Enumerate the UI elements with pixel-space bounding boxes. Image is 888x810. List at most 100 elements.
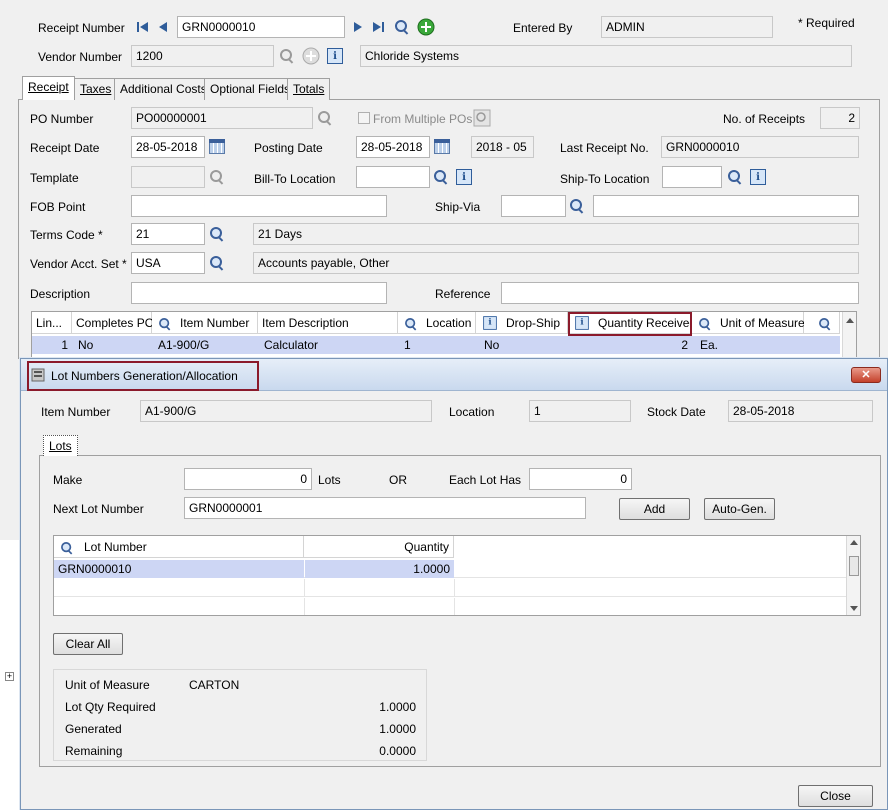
tab-additional-costs[interactable]: Additional Costs [114,78,213,100]
cell-item-number[interactable]: A1-900/G [154,336,258,354]
col-header-line[interactable]: Lin... [32,312,72,334]
col-header-lot-quantity[interactable]: Quantity [304,536,454,558]
receipt-number-input[interactable]: GRN0000010 [177,16,345,38]
next-lot-number-label: Next Lot Number [53,502,144,516]
dialog-location-label: Location [449,405,495,419]
col-header-extra[interactable] [804,312,840,334]
cell-line[interactable]: 1 [32,336,72,354]
col-header-item-number[interactable]: Item Number [152,312,258,334]
cell-location[interactable]: 1 [400,336,476,354]
entered-by-field: ADMIN [601,16,773,38]
tab-totals[interactable]: Totals [287,78,331,100]
ship-to-finder-search-icon[interactable] [726,168,744,186]
auto-gen-button[interactable]: Auto-Gen. [704,498,775,520]
receipt-date-calendar-icon[interactable] [208,138,226,156]
last-record-icon[interactable] [371,20,385,34]
tree-expand-icon: + [5,671,14,681]
po-finder-search-icon [316,109,334,127]
bill-to-info-icon[interactable]: i [455,168,473,186]
ship-via-input[interactable] [501,195,566,217]
table-row[interactable] [54,598,846,615]
receipt-lines-grid[interactable]: Lin... Completes PO Item Number Item Des… [31,311,857,359]
cell-item-description[interactable]: Calculator [260,336,398,354]
first-record-icon[interactable] [136,20,150,34]
lot-summary-panel: Unit of Measure CARTON Lot Qty Required … [53,669,427,761]
posting-date-calendar-icon[interactable] [433,138,451,156]
ship-via-description-input[interactable] [593,195,859,217]
receipt-date-input[interactable]: 28-05-2018 [131,136,205,158]
next-lot-number-input[interactable]: GRN0000001 [184,497,586,519]
tab-lots[interactable]: Lots [43,435,78,456]
lot-numbers-grid[interactable]: Lot Number Quantity GRN0000010 1.0000 [53,535,861,616]
description-input[interactable] [131,282,387,304]
cell-lot-number[interactable]: GRN0000010 [54,560,304,578]
cell-quantity-received[interactable]: 2 [568,336,692,354]
dialog-item-number-label: Item Number [41,405,111,419]
ship-via-finder-search-icon[interactable] [568,197,586,215]
remaining-value: 0.0000 [379,744,416,758]
lots-label: Lots [318,473,341,487]
lot-grid-scrollbar[interactable] [846,536,860,615]
previous-record-icon[interactable] [156,20,170,34]
tab-taxes[interactable]: Taxes [74,78,118,100]
next-record-icon[interactable] [351,20,365,34]
receipt-finder-search-icon[interactable] [393,18,411,36]
posting-date-input[interactable]: 28-05-2018 [356,136,430,158]
ship-to-location-label: Ship-To Location [560,172,650,186]
clear-all-button[interactable]: Clear All [53,633,123,655]
col-header-unit-of-measure[interactable]: Unit of Measure [692,312,805,334]
col-header-completes-po[interactable]: Completes PO [72,312,154,334]
multiple-pos-zoom-icon [473,109,491,127]
add-button[interactable]: Add [619,498,690,520]
new-record-add-icon[interactable] [417,18,435,36]
drop-ship-info-icon[interactable]: i [483,316,497,330]
uom-finder-search-icon[interactable] [698,316,712,338]
template-label: Template [30,171,79,185]
item-number-finder-search-icon[interactable] [158,316,172,338]
summary-uom-value: CARTON [189,678,240,692]
lot-number-finder-search-icon[interactable] [60,540,74,562]
each-lot-has-label: Each Lot Has [449,473,522,487]
terms-finder-search-icon[interactable] [208,225,226,243]
cell-lot-quantity[interactable]: 1.0000 [305,560,454,578]
fob-point-input[interactable] [131,195,387,217]
remaining-label: Remaining [65,744,123,758]
col-header-location[interactable]: Location [398,312,476,334]
dialog-close-icon[interactable]: ✕ [851,367,881,383]
each-lot-has-input[interactable]: 0 [529,468,632,490]
table-row[interactable]: 1 No A1-900/G Calculator 1 No 2 Ea. [32,336,840,354]
dialog-title-highlight [27,361,259,391]
vendor-account-set-finder-search-icon[interactable] [208,254,226,272]
close-button[interactable]: Close [798,785,873,807]
table-row[interactable] [54,579,846,597]
make-input[interactable]: 0 [184,468,312,490]
vendor-number-field[interactable]: 1200 [131,45,274,67]
col-header-item-description[interactable]: Item Description [258,312,398,334]
posting-date-label: Posting Date [254,141,323,155]
cell-completes-po[interactable]: No [74,336,152,354]
cell-drop-ship[interactable]: No [480,336,568,354]
summary-uom-label: Unit of Measure [65,678,150,692]
table-row[interactable]: GRN0000010 1.0000 [54,560,846,578]
extra-finder-search-icon[interactable] [818,316,832,338]
bill-to-location-input[interactable] [356,166,430,188]
reference-input[interactable] [501,282,859,304]
tab-optional-fields[interactable]: Optional Fields [204,78,297,100]
dialog-location-field: 1 [529,400,631,422]
tab-receipt[interactable]: Receipt [22,76,75,100]
no-of-receipts-label: No. of Receipts [723,112,806,126]
lines-grid-scrollbar[interactable] [842,312,856,358]
vendor-info-icon[interactable]: i [326,47,344,65]
terms-code-input[interactable]: 21 [131,223,205,245]
location-finder-search-icon[interactable] [404,316,418,338]
col-header-lot-number[interactable]: Lot Number [54,536,304,558]
stock-date-field: 28-05-2018 [728,400,873,422]
cell-unit-of-measure[interactable]: Ea. [696,336,804,354]
lot-grid-scroll-thumb[interactable] [849,556,859,576]
col-header-drop-ship[interactable]: i Drop-Ship [476,312,568,334]
ship-to-location-input[interactable] [662,166,722,188]
bill-to-finder-search-icon[interactable] [432,168,450,186]
vendor-account-set-input[interactable]: USA [131,252,205,274]
ship-to-info-icon[interactable]: i [749,168,767,186]
po-number-field: PO00000001 [131,107,313,129]
